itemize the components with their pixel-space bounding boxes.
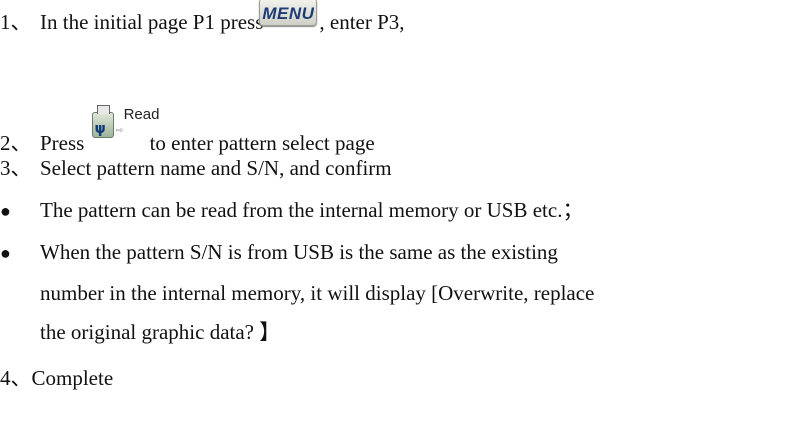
step-3-text: Select pattern name and S/N, and confirm <box>40 156 392 180</box>
step-number: 2、 <box>0 131 32 155</box>
read-label: Read <box>123 106 160 123</box>
step-1-text-after: , enter P3, <box>319 10 405 34</box>
step-4: 4、Complete <box>0 365 113 391</box>
arrow-icon: ⇨ <box>115 126 124 136</box>
bullet-2-line-3: the original graphic data? 】 <box>40 320 281 344</box>
bullet-2-line-1: When the pattern S/N is from USB is the … <box>40 240 558 264</box>
menu-key-label: MENU <box>262 4 315 23</box>
usb-drive-icon: ψ <box>91 105 114 138</box>
step-3: 3、 Select pattern name and S/N, and confi… <box>0 155 392 181</box>
bullet-icon: ● <box>0 243 11 263</box>
menu-key-icon: MENU <box>259 0 318 26</box>
bullet-icon: ● <box>0 201 11 221</box>
step-4-text: Complete <box>31 366 114 390</box>
step-number: 1、 <box>0 10 32 34</box>
step-2-text-before: Press <box>40 131 85 155</box>
step-number: 4、 <box>0 366 32 390</box>
step-2: 2、 Press ψ ⇨ Read to enter pattern select… <box>0 105 375 156</box>
bullet-2: ● When the pattern S/N is from USB is the… <box>0 239 558 266</box>
bullet-2-line-2: number in the internal memory, it will d… <box>40 281 595 305</box>
step-1-text-before: In the initial page P1 press <box>40 10 264 34</box>
step-number: 3、 <box>0 156 32 180</box>
step-2-text-after: to enter pattern select page <box>149 131 375 155</box>
bullet-1-text: The pattern can be read from the interna… <box>40 198 584 222</box>
usb-read-icon: ψ ⇨ Read <box>91 102 159 138</box>
bullet-1: ● The pattern can be read from the intern… <box>0 197 583 224</box>
step-1: 1、 In the initial page P1 pressMENU, ente… <box>0 0 405 36</box>
